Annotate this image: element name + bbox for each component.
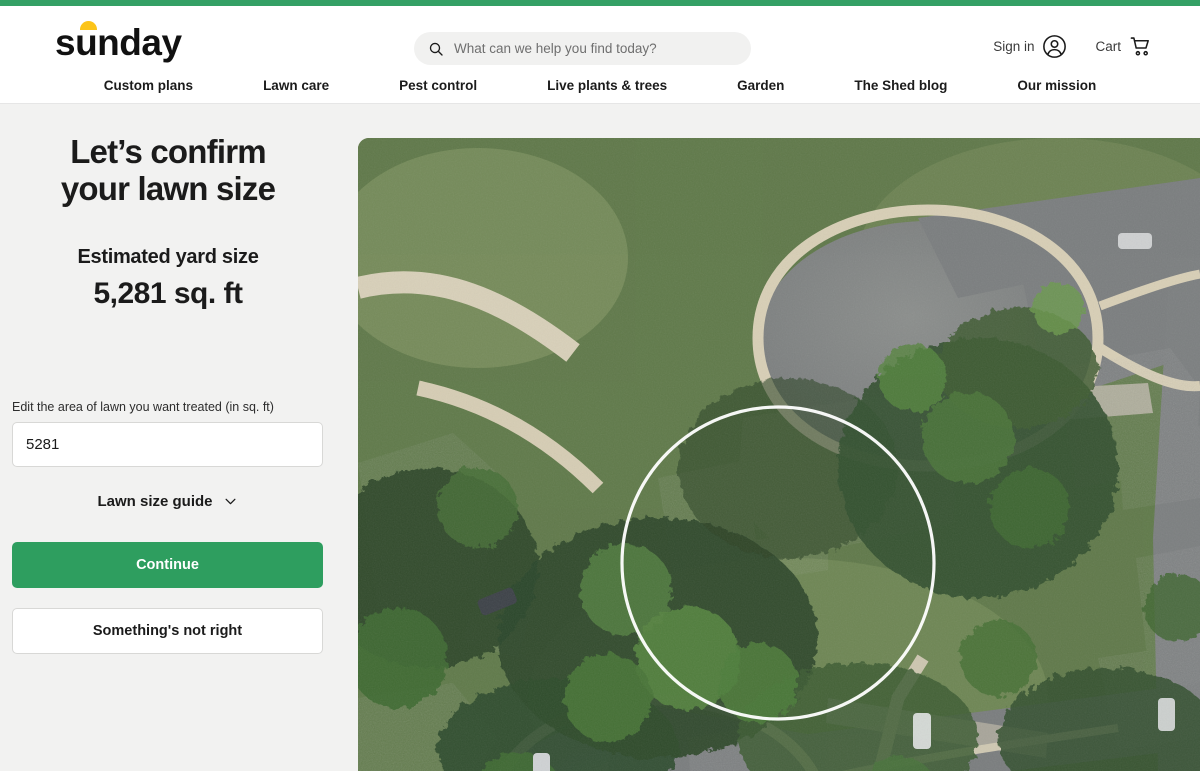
shopping-cart-icon bbox=[1130, 37, 1149, 56]
aerial-map[interactable]: msburg Pl urg Ct bbox=[358, 138, 1200, 771]
area-input[interactable] bbox=[12, 422, 323, 467]
search-icon bbox=[429, 42, 443, 56]
header-actions: Sign in Cart bbox=[993, 34, 1152, 59]
chevron-down-icon bbox=[225, 498, 236, 505]
logo-text: sunday bbox=[55, 22, 182, 63]
page-root: sunday What can we help you find today? … bbox=[0, 0, 1200, 771]
cart-label: Cart bbox=[1095, 39, 1121, 54]
nav-item-the-shed-blog[interactable]: The Shed blog bbox=[819, 72, 982, 99]
nav-item-custom-plans[interactable]: Custom plans bbox=[69, 72, 228, 99]
page-title: Let’s confirm your lawn size bbox=[0, 133, 336, 207]
sign-in-label: Sign in bbox=[993, 39, 1035, 54]
search-input[interactable]: What can we help you find today? bbox=[414, 32, 751, 65]
continue-button[interactable]: Continue bbox=[12, 542, 323, 588]
area-field-label: Edit the area of lawn you want treated (… bbox=[12, 400, 274, 414]
page-title-line2: your lawn size bbox=[60, 170, 276, 207]
somethings-not-right-button[interactable]: Something's not right bbox=[12, 608, 323, 654]
nav-item-garden[interactable]: Garden bbox=[702, 72, 819, 99]
estimate-label: Estimated yard size bbox=[77, 246, 259, 268]
sign-in-button[interactable]: Sign in bbox=[993, 34, 1067, 59]
search-placeholder: What can we help you find today? bbox=[454, 40, 657, 56]
nav-item-lawn-care[interactable]: Lawn care bbox=[228, 72, 364, 99]
logo-wordmark: sunday bbox=[55, 21, 182, 63]
lawn-size-guide-label: Lawn size guide bbox=[97, 493, 213, 510]
main-navigation: Custom plans Lawn care Pest control Live… bbox=[0, 72, 1200, 99]
nav-item-pest-control[interactable]: Pest control bbox=[364, 72, 512, 99]
lawn-size-guide-toggle[interactable]: Lawn size guide bbox=[12, 493, 323, 510]
site-header: sunday What can we help you find today? … bbox=[0, 6, 1200, 104]
user-circle-icon bbox=[1043, 35, 1067, 58]
aerial-map-image bbox=[358, 138, 1200, 771]
estimate-value: 5,281 sq. ft bbox=[93, 277, 243, 310]
cart-button[interactable]: Cart bbox=[1095, 35, 1152, 58]
nav-item-live-plants-trees[interactable]: Live plants & trees bbox=[512, 72, 702, 99]
nav-item-our-mission[interactable]: Our mission bbox=[982, 72, 1131, 99]
page-title-line1: Let’s confirm bbox=[70, 133, 266, 170]
sunday-logo[interactable]: sunday bbox=[55, 21, 182, 64]
lawn-size-panel: Let’s confirm your lawn size Estimated y… bbox=[0, 105, 358, 771]
